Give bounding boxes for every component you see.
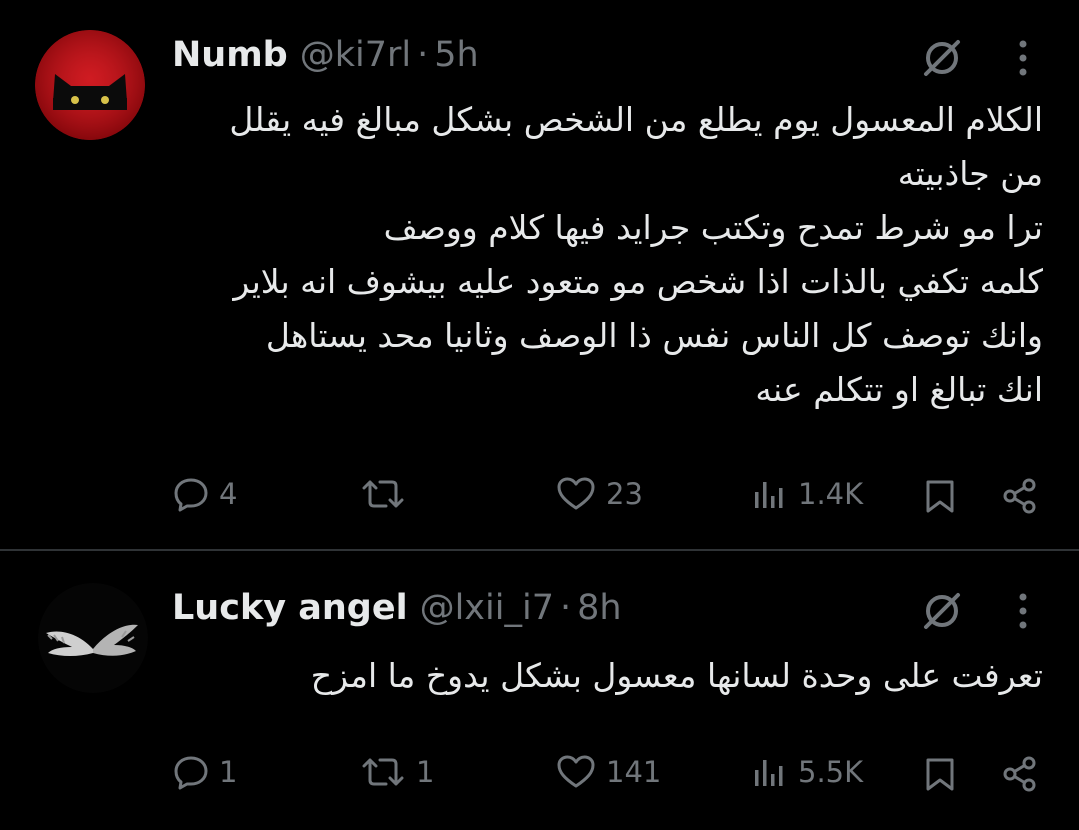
reply-button[interactable]: 1 (173, 754, 237, 790)
repost-button[interactable]: 1 (360, 754, 434, 790)
avatar[interactable] (35, 30, 145, 140)
tweet-header: Numb @ki7rl · 5h (172, 35, 479, 75)
bookmark-icon (926, 758, 954, 791)
more-icon[interactable] (1018, 593, 1028, 629)
reply-button[interactable]: 4 (173, 476, 237, 512)
like-icon (557, 477, 595, 510)
like-button[interactable]: 23 (556, 476, 643, 512)
repost-icon (362, 480, 404, 508)
action-bar: 1 1 141 5.5K (0, 750, 1079, 800)
like-count: 23 (606, 477, 643, 511)
views-icon (755, 760, 783, 786)
share-button[interactable] (1002, 756, 1038, 792)
display-name[interactable]: Lucky angel (172, 588, 408, 628)
more-icon[interactable] (1018, 40, 1028, 76)
tweet-header: Lucky angel @lxii_i7 · 8h (172, 588, 622, 628)
tweet-text: الكلام المعسول يوم يطلع من الشخص بشكل مب… (229, 93, 1043, 417)
like-icon (557, 755, 595, 788)
views-button[interactable]: 5.5K (752, 754, 863, 790)
view-count: 1.4K (798, 477, 864, 511)
repost-icon (362, 758, 404, 786)
like-button[interactable]: 141 (556, 754, 661, 790)
timestamp[interactable]: 8h (577, 588, 621, 628)
bookmark-button[interactable] (922, 756, 958, 792)
grok-icon[interactable] (920, 589, 964, 633)
tweet-line: الكلام المعسول يوم يطلع من الشخص بشكل مب… (229, 100, 1043, 139)
angel-wings-avatar-icon (38, 583, 148, 693)
share-icon (1003, 756, 1036, 792)
reply-icon (174, 756, 208, 790)
like-count: 141 (606, 755, 662, 789)
share-icon (1003, 478, 1036, 514)
display-name[interactable]: Numb (172, 35, 288, 75)
user-handle[interactable]: @ki7rl (300, 35, 411, 75)
reply-count: 4 (219, 477, 238, 511)
cat-avatar-icon (35, 30, 145, 140)
avatar[interactable] (38, 583, 148, 693)
reply-count: 1 (219, 755, 238, 789)
timestamp[interactable]: 5h (434, 35, 478, 75)
views-icon (755, 482, 783, 508)
separator-dot: · (417, 35, 429, 75)
separator-dot: · (559, 588, 572, 628)
tweet[interactable]: Numb @ki7rl · 5h الكلام المعسول يوم يطلع… (0, 0, 1079, 550)
bookmark-button[interactable] (922, 478, 958, 514)
tweet-line: ترا مو شرط تمدح وتكتب جرايد فيها كلام وو… (383, 208, 1043, 247)
tweet-line: من جاذبيته (897, 154, 1043, 193)
repost-button[interactable] (360, 476, 416, 512)
repost-count: 1 (416, 755, 435, 789)
action-bar: 4 23 1.4K (0, 472, 1079, 522)
bookmark-icon (926, 480, 954, 513)
share-button[interactable] (1002, 478, 1038, 514)
view-count: 5.5K (798, 755, 864, 789)
views-button[interactable]: 1.4K (752, 476, 863, 512)
tweet-line: انك تبالغ او تتكلم عنه (755, 370, 1043, 409)
tweet-text: تعرفت على وحدة لسانها معسول بشكل يدوخ ما… (311, 649, 1043, 703)
tweet-line: كلمه تكفي بالذات اذا شخص مو متعود عليه ب… (233, 262, 1043, 301)
tweet-line: تعرفت على وحدة لسانها معسول بشكل يدوخ ما… (310, 656, 1043, 695)
reply-icon (174, 478, 208, 512)
tweet-divider (0, 549, 1079, 551)
tweet[interactable]: Lucky angel @lxii_i7 · 8h تعرفت على وحدة… (0, 552, 1079, 830)
grok-icon[interactable] (920, 36, 964, 80)
tweet-line: وانك توصف كل الناس نفس ذا الوصف وثانيا م… (265, 316, 1043, 355)
user-handle[interactable]: @lxii_i7 (420, 588, 554, 628)
